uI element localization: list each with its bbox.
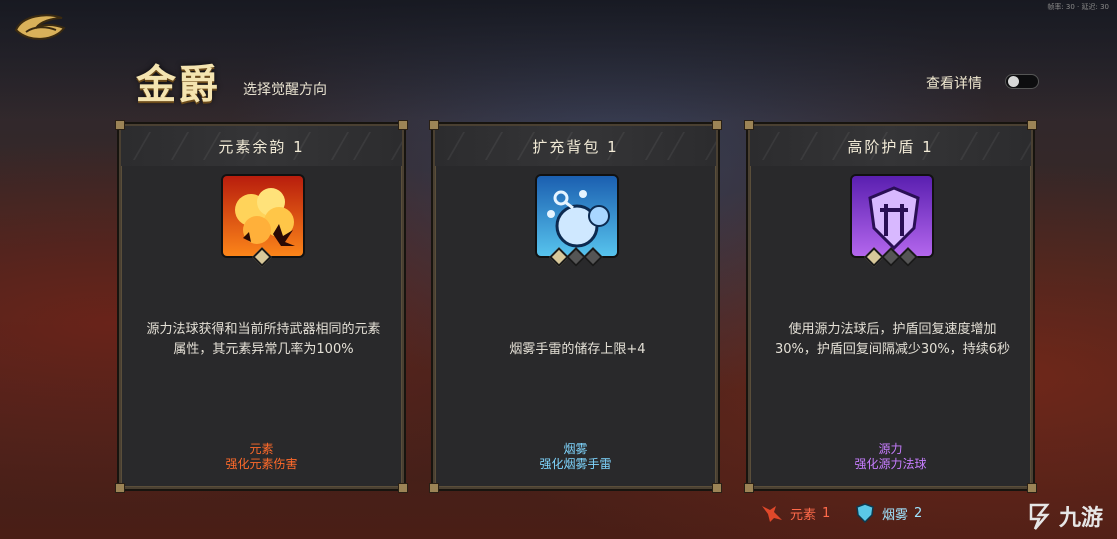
explosion-icon xyxy=(221,174,305,258)
tag-effect: 强化元素伤害 xyxy=(225,457,298,471)
card-tag: 源力 强化源力法球 xyxy=(750,442,1031,472)
level-pip xyxy=(251,247,272,267)
legend-smoke: 烟雾 2 xyxy=(854,499,922,527)
card-tag: 元素 强化元素伤害 xyxy=(121,442,402,472)
element-icon xyxy=(762,506,782,522)
page-title: 金爵 xyxy=(136,61,220,108)
corner-ornament xyxy=(398,120,408,130)
watermark-logo: 九游 xyxy=(1025,496,1115,536)
legend-count: 2 xyxy=(914,505,923,521)
awaken-card-smoke[interactable]: 扩充背包 1 烟雾手雷的储存上限+4 烟雾 强化烟雾手雷 xyxy=(429,120,722,493)
smoke-shield-icon xyxy=(856,503,874,524)
shield-icon xyxy=(850,174,934,258)
tag-name: 烟雾 xyxy=(563,442,588,456)
tag-name: 源力 xyxy=(878,442,903,456)
card-title: 扩充背包 1 xyxy=(532,138,619,156)
awaken-card-element[interactable]: 元素余韵 1 源力法球获得和当前所持武器相同的元素属性，其元素异常几率为100%… xyxy=(115,120,408,493)
level-pips xyxy=(750,247,1031,268)
card-tag: 烟雾 强化烟雾手雷 xyxy=(435,442,716,472)
corner-ornament xyxy=(744,120,754,130)
back-arrow-icon xyxy=(14,14,66,40)
tag-effect: 强化烟雾手雷 xyxy=(539,457,612,471)
corner-ornament xyxy=(712,483,722,493)
card-description: 使用源力法球后，护盾回复速度增加30%，护盾回复间隔减少30%，持续6秒 xyxy=(774,322,1011,357)
card-description: 源力法球获得和当前所持武器相同的元素属性，其元素异常几率为100% xyxy=(146,322,381,357)
level-pips xyxy=(435,247,716,268)
card-description: 烟雾手雷的储存上限+4 xyxy=(509,342,646,357)
view-details-toggle[interactable] xyxy=(1005,74,1039,89)
legend-count: 1 xyxy=(822,505,831,521)
corner-ornament xyxy=(1027,483,1037,493)
corner-ornament xyxy=(115,483,125,493)
nine-game-logo-icon xyxy=(1029,503,1050,530)
legend-label: 元素 xyxy=(790,507,817,523)
card-title: 元素余韵 1 xyxy=(218,138,305,156)
legend-element: 元素 1 xyxy=(760,499,830,527)
corner-ornament xyxy=(398,483,408,493)
watermark-text: 九游 xyxy=(1059,506,1104,531)
toggle-knob xyxy=(1008,76,1019,87)
corner-ornament xyxy=(429,483,439,493)
corner-ornament xyxy=(1027,120,1037,130)
level-pips xyxy=(121,247,402,268)
awaken-card-shield[interactable]: 高阶护盾 1 使用源力法球后，护盾回复速度增加30%，护盾回复间隔减少30%，持… xyxy=(744,120,1037,493)
corner-ornament xyxy=(429,120,439,130)
tag-name: 元素 xyxy=(249,442,274,456)
legend-label: 烟雾 xyxy=(882,507,909,523)
page-subtitle: 选择觉醒方向 xyxy=(243,82,327,98)
corner-ornament xyxy=(712,120,722,130)
smoke-grenade-icon xyxy=(535,174,619,258)
corner-ornament xyxy=(744,483,754,493)
view-details-label: 查看详情 xyxy=(926,76,982,92)
fps-readout: 帧率: 30 · 延迟: 30 xyxy=(1047,3,1109,11)
tag-effect: 强化源力法球 xyxy=(854,457,927,471)
back-button[interactable] xyxy=(12,10,68,46)
level-pip xyxy=(582,247,603,267)
card-title: 高阶护盾 1 xyxy=(847,138,934,156)
corner-ornament xyxy=(115,120,125,130)
level-pip xyxy=(897,247,918,267)
